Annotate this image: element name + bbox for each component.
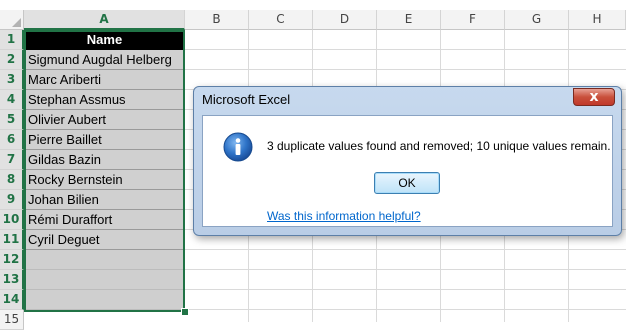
column-header-c[interactable]: C bbox=[249, 10, 313, 30]
name-cell[interactable]: Pierre Baillet bbox=[24, 130, 185, 150]
select-all-button[interactable] bbox=[0, 10, 24, 30]
row-header-10[interactable]: 10 bbox=[0, 210, 24, 230]
row-header-8[interactable]: 8 bbox=[0, 170, 24, 190]
message-dialog: Microsoft Excel x 3 duplicate values fou… bbox=[193, 86, 622, 236]
info-icon bbox=[223, 132, 253, 162]
name-cell[interactable]: Sigmund Augdal Helberg bbox=[24, 50, 185, 70]
empty-cell[interactable] bbox=[24, 290, 185, 310]
row-header-4[interactable]: 4 bbox=[0, 90, 24, 110]
row-header-11[interactable]: 11 bbox=[0, 230, 24, 250]
row-header-13[interactable]: 13 bbox=[0, 270, 24, 290]
close-button[interactable]: x bbox=[573, 88, 615, 106]
name-cell[interactable]: Olivier Aubert bbox=[24, 110, 185, 130]
fill-handle[interactable] bbox=[181, 308, 189, 316]
name-cell[interactable]: Johan Bilien bbox=[24, 190, 185, 210]
name-cell[interactable]: Rémi Duraffort bbox=[24, 210, 185, 230]
header-cell-name[interactable]: Name bbox=[24, 30, 185, 50]
row-header-7[interactable]: 7 bbox=[0, 150, 24, 170]
help-link[interactable]: Was this information helpful? bbox=[267, 209, 421, 223]
row-header-9[interactable]: 9 bbox=[0, 190, 24, 210]
row-header-15[interactable]: 15 bbox=[0, 310, 24, 330]
name-cell[interactable]: Rocky Bernstein bbox=[24, 170, 185, 190]
row-header-14[interactable]: 14 bbox=[0, 290, 24, 310]
column-header-a[interactable]: A bbox=[24, 10, 185, 30]
row-header-3[interactable]: 3 bbox=[0, 70, 24, 90]
row-header-6[interactable]: 6 bbox=[0, 130, 24, 150]
close-icon: x bbox=[589, 89, 599, 105]
dialog-title: Microsoft Excel bbox=[202, 92, 291, 107]
row-header-1[interactable]: 1 bbox=[0, 30, 24, 50]
dialog-message: 3 duplicate values found and removed; 10… bbox=[267, 139, 611, 153]
column-header-e[interactable]: E bbox=[377, 10, 441, 30]
row-header-12[interactable]: 12 bbox=[0, 250, 24, 270]
dialog-body: 3 duplicate values found and removed; 10… bbox=[202, 115, 613, 227]
empty-cell[interactable] bbox=[24, 250, 185, 270]
column-header-b[interactable]: B bbox=[185, 10, 249, 30]
column-header-h[interactable]: H bbox=[569, 10, 626, 30]
name-cell[interactable]: Gildas Bazin bbox=[24, 150, 185, 170]
name-cell[interactable]: Stephan Assmus bbox=[24, 90, 185, 110]
column-header-f[interactable]: F bbox=[441, 10, 505, 30]
row-header-2[interactable]: 2 bbox=[0, 50, 24, 70]
column-header-g[interactable]: G bbox=[505, 10, 569, 30]
empty-cell[interactable] bbox=[24, 270, 185, 290]
ok-button[interactable]: OK bbox=[374, 172, 440, 194]
column-header-d[interactable]: D bbox=[313, 10, 377, 30]
name-cell[interactable]: Marc Ariberti bbox=[24, 70, 185, 90]
name-cell[interactable]: Cyril Deguet bbox=[24, 230, 185, 250]
row-header-5[interactable]: 5 bbox=[0, 110, 24, 130]
top-strip bbox=[0, 0, 626, 10]
